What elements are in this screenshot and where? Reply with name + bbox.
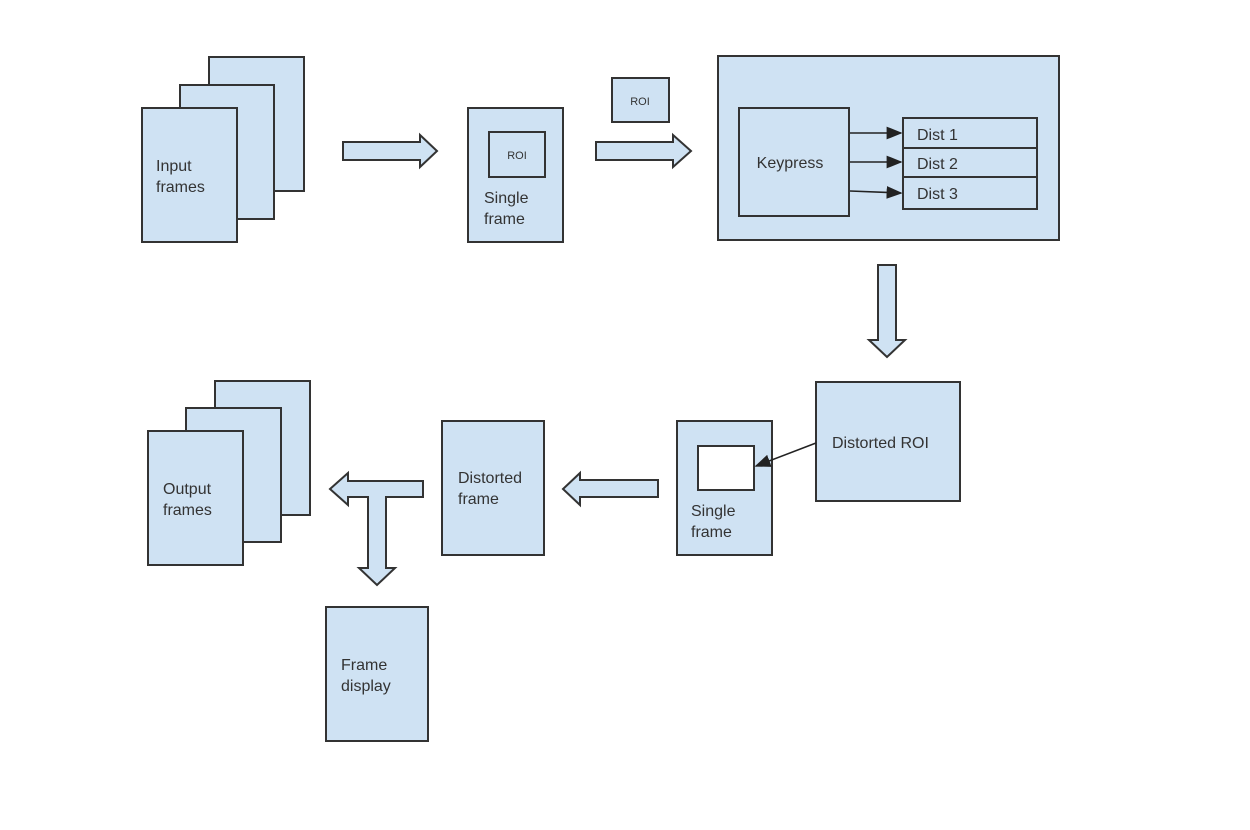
input-frames-label-1: Input [156, 158, 192, 175]
input-frames-stack: Input frames [141, 56, 305, 243]
frame-display-box [325, 606, 429, 742]
roi-inner-label: ROI [507, 150, 527, 162]
arrow-left-1 [561, 470, 659, 508]
single-frame-top-label-2: frame [484, 211, 525, 228]
dist-3-label: Dist 3 [917, 186, 958, 203]
single-frame-bottom: Single frame [676, 420, 773, 556]
arrow-right-1 [342, 132, 439, 170]
pipeline-diagram: Input frames ROI Single frame ROI Keypre… [141, 55, 1060, 742]
dist-2-label: Dist 2 [917, 156, 958, 173]
single-frame-top: ROI Single frame [467, 107, 564, 243]
output-frame-front [147, 430, 244, 566]
keypress-module: Keypress Dist 1 Dist 2 Dist 3 [717, 55, 1060, 241]
arrow-right-2 [595, 132, 693, 170]
frame-display-label-2: display [341, 678, 391, 695]
output-frames-label-1: Output [163, 481, 212, 498]
distorted-frame-label-2: frame [458, 491, 499, 508]
input-frame-front [141, 107, 238, 243]
single-frame-bottom-label-2: frame [691, 524, 732, 541]
keypress-label: Keypress [757, 155, 824, 172]
roi-floating-label: ROI [630, 96, 650, 108]
distorted-roi-label: Distorted ROI [832, 435, 929, 452]
dist-1-label: Dist 1 [917, 127, 958, 144]
single-frame-top-label-1: Single [484, 190, 529, 207]
distorted-frame-label-1: Distorted [458, 470, 522, 487]
arrow-down-1 [866, 264, 908, 359]
output-frames-label-2: frames [163, 502, 212, 519]
roi-slot-box [697, 445, 755, 491]
arrow-left-down-split [328, 470, 424, 587]
distorted-frame-box [441, 420, 545, 556]
single-frame-bottom-label-1: Single [691, 503, 736, 520]
output-frames-stack: Output frames [147, 380, 311, 566]
input-frames-label-2: frames [156, 179, 205, 196]
frame-display-label-1: Frame [341, 657, 387, 674]
